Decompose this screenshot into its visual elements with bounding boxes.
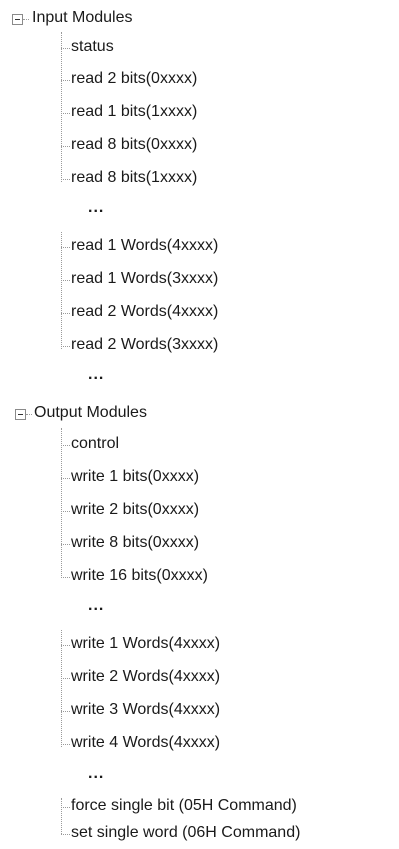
collapse-output-modules-icon[interactable]	[15, 409, 26, 420]
tree-connector	[61, 807, 70, 808]
tree-connector	[61, 544, 70, 545]
tree-item-label: read 1 Words(4xxxx)	[71, 237, 219, 254]
tree-item-label: read 2 bits(0xxxx)	[71, 70, 198, 87]
tree-connector	[61, 645, 70, 646]
tree-connector	[61, 834, 70, 835]
tree-connector	[61, 798, 62, 834]
tree-connector	[61, 711, 70, 712]
tree-connector	[26, 414, 32, 415]
input-modules-label: Input Modules	[32, 9, 133, 26]
tree-connector	[61, 744, 70, 745]
tree-connector	[61, 32, 62, 182]
tree-item-label: write 2 bits(0xxxx)	[71, 501, 200, 518]
tree-connector	[61, 48, 70, 49]
tree-connector	[61, 113, 70, 114]
tree-item-label: read 2 Words(3xxxx)	[71, 336, 219, 353]
tree-connector	[61, 577, 70, 578]
tree-item-label: set single word (06H Command)	[71, 824, 301, 841]
tree-item-label: read 2 Words(4xxxx)	[71, 303, 219, 320]
tree-item-label: read 1 Words(3xxxx)	[71, 270, 219, 287]
tree-connector	[61, 280, 70, 281]
tree-connector	[61, 247, 70, 248]
tree-item-label: write 1 bits(0xxxx)	[71, 468, 200, 485]
tree-item-label: read 8 bits(0xxxx)	[71, 136, 198, 153]
tree-connector	[61, 511, 70, 512]
collapse-input-modules-icon[interactable]	[12, 14, 23, 25]
tree-connector	[23, 19, 29, 20]
tree-connector	[61, 630, 62, 747]
tree-connector	[61, 678, 70, 679]
tree-item-label: write 1 Words(4xxxx)	[71, 635, 221, 652]
tree-connector	[61, 346, 70, 347]
tree-connector	[61, 232, 62, 349]
tree-connector	[61, 146, 70, 147]
tree-item-label: read 1 bits(1xxxx)	[71, 103, 198, 120]
tree-view: Input Modules status read 2 bits(0xxxx) …	[0, 0, 399, 849]
tree-connector	[61, 80, 70, 81]
tree-item-label: write 2 Words(4xxxx)	[71, 668, 221, 685]
ellipsis: ...	[88, 199, 105, 216]
ellipsis: ...	[88, 366, 105, 383]
tree-item-label: write 16 bits(0xxxx)	[71, 567, 208, 584]
tree-item-label: write 4 Words(4xxxx)	[71, 734, 221, 751]
tree-item-label: write 3 Words(4xxxx)	[71, 701, 221, 718]
tree-item-label: force single bit (05H Command)	[71, 797, 297, 814]
output-modules-label: Output Modules	[34, 404, 147, 421]
tree-item-label: control	[71, 435, 120, 452]
tree-connector	[61, 445, 70, 446]
tree-connector	[61, 428, 62, 578]
ellipsis: ...	[88, 765, 105, 782]
tree-connector	[61, 478, 70, 479]
tree-item-label: status	[71, 38, 114, 55]
tree-item-label: write 8 bits(0xxxx)	[71, 534, 200, 551]
tree-connector	[61, 179, 70, 180]
ellipsis: ...	[88, 597, 105, 614]
tree-connector	[61, 313, 70, 314]
tree-item-label: read 8 bits(1xxxx)	[71, 169, 198, 186]
